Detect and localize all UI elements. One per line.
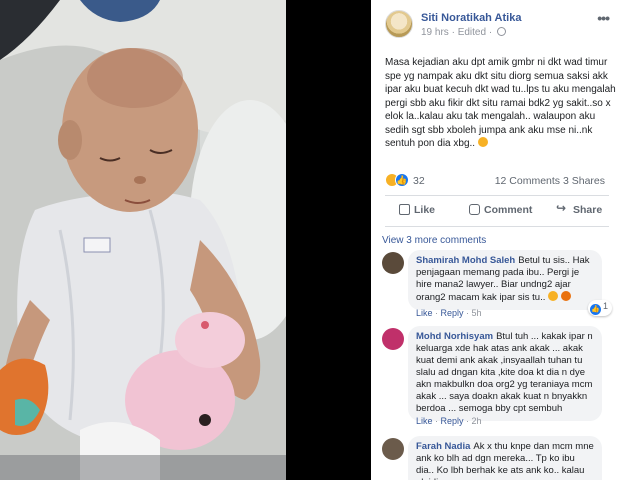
author-avatar[interactable] (385, 10, 413, 38)
comment-icon (469, 204, 480, 215)
comments-shares-count: 12 Comments 3 Shares (495, 175, 605, 187)
comments-section: View 3 more comments Shamirah Mohd Saleh… (371, 228, 625, 480)
like-button[interactable]: Like (399, 204, 435, 216)
reactions-bar: 👍 32 12 Comments 3 Shares (385, 173, 615, 189)
reaction-icons[interactable]: 👍 (385, 173, 409, 189)
more-options-button[interactable]: ••• (597, 11, 610, 25)
post-panel: Siti Noratikah Atika 19 hrs · Edited · •… (371, 0, 625, 480)
reaction-count[interactable]: 32 (413, 175, 425, 187)
comment-like-link[interactable]: Like (416, 308, 433, 318)
commenter-name[interactable]: Farah Nadia (416, 441, 470, 452)
share-label: Share (573, 204, 603, 216)
author-name[interactable]: Siti Noratikah Atika (421, 12, 521, 24)
comment: Mohd Norhisyam Btul tuh ... kakak ipar n … (382, 326, 614, 436)
meta-separator: · (451, 27, 455, 38)
comments-count[interactable]: 12 Comments (495, 175, 560, 187)
angry-emoji-icon (560, 291, 571, 301)
post-meta: 19 hrs · Edited · (421, 27, 506, 38)
like-label: Like (414, 204, 436, 216)
comment-actions: Like · Reply · 2h (416, 416, 482, 426)
post-body: Masa kejadian aku dpt amik gmbr ni dkt w… (385, 57, 616, 149)
post-header: Siti Noratikah Atika 19 hrs · Edited · •… (385, 10, 615, 42)
comment-text: Btul tuh ... kakak ipar n keluarga xde h… (416, 331, 593, 414)
commenter-name[interactable]: Shamirah Mohd Saleh (416, 255, 515, 266)
share-icon (556, 201, 569, 215)
comment-actions: Like · Reply · 5h (416, 308, 482, 318)
divider (385, 195, 609, 196)
post-photo[interactable] (0, 0, 286, 480)
comment-bubble: Mohd Norhisyam Btul tuh ... kakak ipar n … (408, 326, 602, 421)
comment-bubble: Farah Nadia Ak x thu knpe dan mcm mne ank… (408, 436, 602, 480)
comment-bubble: Shamirah Mohd Saleh Betul tu sis.. Hak pe… (408, 250, 602, 310)
edited-label[interactable]: Edited (458, 27, 486, 38)
commenter-avatar[interactable] (382, 252, 404, 274)
crying-emoji-icon (477, 137, 488, 147)
comment-reply-link[interactable]: Reply (441, 416, 464, 426)
comment-reaction-badge[interactable]: 👍 1 (588, 300, 613, 316)
commenter-avatar[interactable] (382, 438, 404, 460)
comment-like-link[interactable]: Like (416, 416, 433, 426)
post-text: Masa kejadian aku dpt amik gmbr ni dkt w… (385, 56, 617, 151)
comment-label: Comment (484, 204, 533, 216)
thumbs-up-icon (399, 204, 410, 215)
post-actions: Like Comment Share (385, 200, 609, 222)
sad-emoji-icon (548, 291, 558, 301)
comment-button[interactable]: Comment (469, 204, 532, 216)
comment-reply-link[interactable]: Reply (441, 308, 464, 318)
like-reaction-icon: 👍 (590, 304, 601, 315)
comment: Shamirah Mohd Saleh Betul tu sis.. Hak pe… (382, 250, 614, 322)
post-time[interactable]: 19 hrs (421, 27, 449, 38)
comment: Farah Nadia Ak x thu knpe dan mcm mne ank… (382, 436, 614, 480)
photo-viewer-backdrop (286, 0, 371, 480)
meta-separator: · (488, 27, 493, 38)
comment-reaction-count: 1 (603, 301, 609, 311)
globe-icon (496, 27, 506, 36)
comment-time[interactable]: 5h (472, 308, 482, 318)
share-button[interactable]: Share (556, 201, 603, 216)
commenter-name[interactable]: Mohd Norhisyam (416, 331, 493, 342)
comment-time[interactable]: 2h (472, 416, 482, 426)
shares-count[interactable]: 3 Shares (563, 175, 605, 187)
divider (385, 226, 609, 227)
view-more-comments-link[interactable]: View 3 more comments (382, 235, 486, 246)
commenter-avatar[interactable] (382, 328, 404, 350)
like-reaction-icon: 👍 (395, 173, 409, 187)
